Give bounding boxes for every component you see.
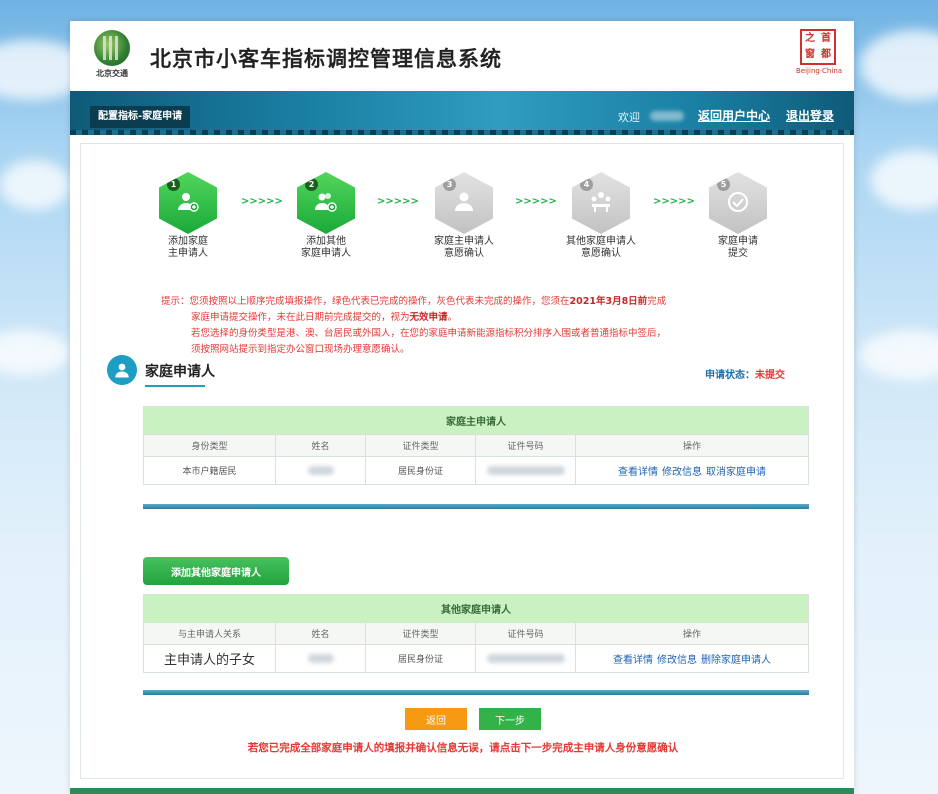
main-applicant-table: 家庭主申请人 身份类型 姓名 证件类型 证件号码 操作 本市户籍居民 居民身份证… xyxy=(143,406,809,485)
next-step-button[interactable]: 下一步 xyxy=(479,708,541,730)
user-plus-icon xyxy=(178,193,199,212)
edit-info-link[interactable]: 修改信息 xyxy=(657,655,697,666)
column-header: 操作 xyxy=(575,622,809,645)
back-button[interactable]: 返回 xyxy=(405,708,467,730)
section-title: 家庭申请人 xyxy=(145,364,215,380)
nav-bar: 配置指标-家庭申请 欢迎 返回用户中心 退出登录 xyxy=(70,91,854,135)
row-actions: 查看详情 修改信息 删除家庭申请人 xyxy=(575,644,809,673)
identity-type: 本市户籍居民 xyxy=(143,456,276,485)
username-redacted xyxy=(650,111,684,121)
table-caption: 家庭主申请人 xyxy=(143,406,809,435)
breadcrumb: 配置指标-家庭申请 xyxy=(90,106,191,128)
view-details-link[interactable]: 查看详情 xyxy=(613,655,653,666)
main-panel: 1 添加家庭 主申请人 >>>>> 2 添加其他 家庭申请人 >>>>> 3 家庭主… xyxy=(80,143,844,779)
delete-family-applicant-link[interactable]: 删除家庭申请人 xyxy=(701,655,771,666)
column-header: 证件号码 xyxy=(475,622,576,645)
logout-link[interactable]: 退出登录 xyxy=(786,107,834,124)
view-details-link[interactable]: 查看详情 xyxy=(618,467,658,478)
step-arrow: >>>>> xyxy=(377,196,419,207)
column-header: 身份类型 xyxy=(143,434,276,457)
beijing-transport-logo: 北京交通 xyxy=(90,30,134,80)
person-icon xyxy=(107,355,137,385)
name-redacted xyxy=(275,456,366,485)
divider xyxy=(143,504,809,509)
divider xyxy=(143,690,809,695)
table-row: 本市户籍居民 居民身份证 查看详情 修改信息 取消家庭申请 xyxy=(143,456,809,485)
cancel-family-application-link[interactable]: 取消家庭申请 xyxy=(706,467,766,478)
relation: 主申请人的子女 xyxy=(143,644,276,673)
step-arrow: >>>>> xyxy=(653,196,695,207)
user-center-link[interactable]: 返回用户中心 xyxy=(698,107,770,124)
step-5: 5 家庭申请 提交 xyxy=(693,172,783,260)
step-2: 2 添加其他 家庭申请人 xyxy=(281,172,371,260)
capital-window-logo: 之首 窗都 Beijing·China xyxy=(796,29,842,79)
column-header: 操作 xyxy=(575,434,809,457)
other-applicants-table: 其他家庭申请人 与主申请人关系 姓名 证件类型 证件号码 操作 主申请人的子女 … xyxy=(143,594,809,673)
welcome-text: 欢迎 xyxy=(618,111,640,124)
footer-bar xyxy=(70,788,854,794)
step-arrow: >>>>> xyxy=(515,196,557,207)
id-type: 居民身份证 xyxy=(365,456,476,485)
id-number-redacted xyxy=(475,644,576,673)
step-arrow: >>>>> xyxy=(241,196,283,207)
step-4: 4 其他家庭申请人 意愿确认 xyxy=(556,172,646,260)
page-frame: 北京交通 北京市小客车指标调控管理信息系统 之首 窗都 Beijing·Chin… xyxy=(70,21,854,794)
column-header: 证件号码 xyxy=(475,434,576,457)
section-header: 家庭申请人 申请状态：未提交 xyxy=(107,355,811,389)
system-title: 北京市小客车指标调控管理信息系统 xyxy=(150,47,502,71)
users-plus-icon xyxy=(315,193,337,212)
edit-info-link[interactable]: 修改信息 xyxy=(662,467,702,478)
user-icon xyxy=(455,192,473,211)
table-caption: 其他家庭申请人 xyxy=(143,594,809,623)
site-header: 北京交通 北京市小客车指标调控管理信息系统 之首 窗都 Beijing·Chin… xyxy=(70,21,854,91)
check-icon xyxy=(728,192,748,212)
column-header: 证件类型 xyxy=(365,434,476,457)
add-other-applicant-button[interactable]: 添加其他家庭申请人 xyxy=(143,557,289,585)
step-1: 1 添加家庭 主申请人 xyxy=(143,172,233,260)
table-row: 主申请人的子女 居民身份证 查看详情 修改信息 删除家庭申请人 xyxy=(143,644,809,673)
application-status: 申请状态：未提交 xyxy=(705,370,785,381)
group-icon xyxy=(591,192,611,212)
name-redacted xyxy=(275,644,366,673)
instruction-notice: 提示：您须按照以上顺序完成填报操作，绿色代表已完成的操作，灰色代表未完成的操作，… xyxy=(161,296,667,355)
column-header: 姓名 xyxy=(275,434,366,457)
column-header: 证件类型 xyxy=(365,622,476,645)
column-header: 姓名 xyxy=(275,622,366,645)
column-header: 与主申请人关系 xyxy=(143,622,276,645)
id-number-redacted xyxy=(475,456,576,485)
completion-notice: 若您已完成全部家庭申请人的填报并确认信息无误，请点击下一步完成主申请人身份意愿确… xyxy=(247,742,679,754)
row-actions: 查看详情 修改信息 取消家庭申请 xyxy=(575,456,809,485)
id-type: 居民身份证 xyxy=(365,644,476,673)
step-3: 3 家庭主申请人 意愿确认 xyxy=(419,172,509,260)
